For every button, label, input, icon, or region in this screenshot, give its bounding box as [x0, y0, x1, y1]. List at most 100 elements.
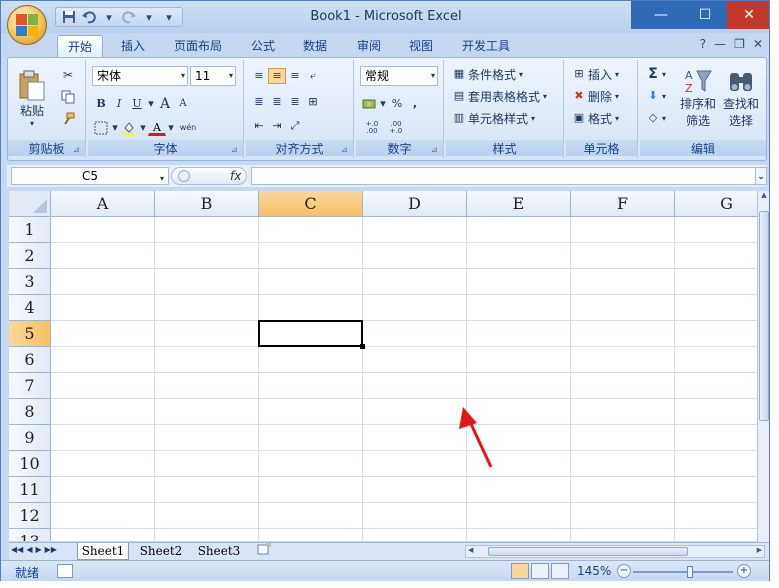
tab-insert[interactable]: 插入: [111, 35, 155, 57]
tab-view[interactable]: 视图: [399, 35, 443, 57]
zoom-slider[interactable]: [633, 571, 733, 573]
row-header-11[interactable]: 11: [9, 477, 51, 503]
fill-color-icon[interactable]: [120, 120, 138, 136]
prev-sheet-icon[interactable]: ◀: [26, 545, 32, 554]
vertical-scrollbar[interactable]: ▲: [757, 191, 769, 543]
zoom-in-icon[interactable]: +: [737, 564, 751, 578]
align-left-icon[interactable]: ≣: [250, 94, 268, 110]
conditional-format-button[interactable]: ▦ 条件格式 ▾: [450, 64, 523, 84]
name-box[interactable]: C5 ▾: [11, 167, 169, 185]
vertical-scroll-thumb[interactable]: [759, 211, 769, 421]
delete-cells-button[interactable]: ✖ 删除 ▾: [570, 86, 619, 106]
scroll-right-icon[interactable]: ▶: [757, 546, 762, 554]
merge-center-icon[interactable]: ⊞: [304, 94, 322, 110]
grow-font-button[interactable]: A: [156, 96, 174, 112]
align-bottom-icon[interactable]: ≡: [286, 68, 304, 84]
workbook-minimize-button[interactable]: —: [714, 37, 726, 51]
row-header-7[interactable]: 7: [9, 373, 51, 399]
shrink-font-button[interactable]: A: [174, 96, 192, 112]
first-sheet-icon[interactable]: ◀◀: [11, 545, 23, 554]
column-header-g[interactable]: G: [675, 191, 759, 217]
italic-button[interactable]: I: [110, 96, 128, 112]
accounting-format-icon[interactable]: [360, 96, 378, 112]
insert-cells-button[interactable]: ⊞ 插入 ▾: [570, 64, 619, 84]
insert-function-button[interactable]: fx: [230, 169, 241, 183]
borders-icon[interactable]: [92, 120, 110, 136]
accounting-dropdown-icon[interactable]: ▾: [378, 96, 388, 112]
maximize-button[interactable]: ☐: [683, 1, 727, 29]
tab-formulas[interactable]: 公式: [241, 35, 285, 57]
increase-decimal-button[interactable]: +.0 .00: [360, 120, 384, 136]
column-header-f[interactable]: F: [571, 191, 675, 217]
scroll-left-icon[interactable]: ◀: [468, 546, 473, 554]
column-header-c[interactable]: C: [259, 191, 363, 217]
font-size-select[interactable]: 11 ▾: [190, 66, 236, 86]
zoom-slider-thumb[interactable]: [687, 566, 693, 578]
font-color-icon[interactable]: A: [148, 120, 166, 136]
row-header-1[interactable]: 1: [9, 217, 51, 243]
last-sheet-icon[interactable]: ▶▶: [45, 545, 57, 554]
row-header-12[interactable]: 12: [9, 503, 51, 529]
cell-styles-button[interactable]: ▥ 单元格样式 ▾: [450, 108, 535, 128]
borders-dropdown-icon[interactable]: ▾: [110, 120, 120, 136]
paste-button[interactable]: 粘贴 ▾: [14, 64, 50, 134]
zoom-level[interactable]: 145%: [577, 564, 611, 578]
column-header-d[interactable]: D: [363, 191, 467, 217]
comma-button[interactable]: ,: [406, 96, 424, 112]
clipboard-launcher-icon[interactable]: ⊿: [73, 145, 83, 155]
underline-dropdown-icon[interactable]: ▾: [146, 96, 156, 112]
normal-view-icon[interactable]: [511, 563, 529, 579]
sheet-tab-sheet1[interactable]: Sheet1: [77, 543, 129, 560]
column-header-a[interactable]: A: [51, 191, 155, 217]
find-select-button[interactable]: 查找和 选择: [720, 64, 762, 132]
page-layout-view-icon[interactable]: [531, 563, 549, 579]
tab-page-layout[interactable]: 页面布局: [165, 35, 231, 57]
macro-record-icon[interactable]: [57, 564, 73, 578]
fill-button[interactable]: ⬇ ▾: [644, 86, 666, 106]
underline-button[interactable]: U: [128, 96, 146, 112]
alignment-launcher-icon[interactable]: ⊿: [341, 145, 351, 155]
row-header-3[interactable]: 3: [9, 269, 51, 295]
increase-indent-icon[interactable]: ⇥: [268, 118, 286, 134]
row-header-2[interactable]: 2: [9, 243, 51, 269]
row-header-4[interactable]: 4: [9, 295, 51, 321]
tab-data[interactable]: 数据: [293, 35, 337, 57]
format-painter-icon[interactable]: [58, 110, 78, 128]
format-as-table-button[interactable]: ▤ 套用表格格式 ▾: [450, 86, 547, 106]
insert-sheet-icon[interactable]: [253, 542, 275, 560]
orientation-icon[interactable]: ⤢: [286, 118, 304, 134]
active-cell[interactable]: [258, 320, 363, 347]
page-break-view-icon[interactable]: [551, 563, 569, 579]
office-button[interactable]: [7, 5, 47, 45]
cut-icon[interactable]: ✂: [58, 66, 78, 84]
fill-color-dropdown-icon[interactable]: ▾: [138, 120, 148, 136]
font-launcher-icon[interactable]: ⊿: [231, 145, 241, 155]
fill-handle[interactable]: [360, 344, 365, 349]
close-button[interactable]: ✕: [727, 1, 769, 29]
wrap-text-icon[interactable]: ⤶: [304, 68, 322, 84]
clear-button[interactable]: ◇ ▾: [644, 108, 666, 128]
name-box-dropdown-icon[interactable]: ▾: [160, 171, 164, 187]
column-header-b[interactable]: B: [155, 191, 259, 217]
number-launcher-icon[interactable]: ⊿: [431, 145, 441, 155]
autosum-button[interactable]: Σ ▾: [644, 64, 666, 84]
sort-filter-button[interactable]: AZ 排序和 筛选: [678, 64, 718, 132]
format-cells-button[interactable]: ▣ 格式 ▾: [570, 108, 619, 128]
sheet-tab-sheet3[interactable]: Sheet3: [193, 543, 245, 560]
percent-button[interactable]: %: [388, 96, 406, 112]
zoom-out-icon[interactable]: −: [617, 564, 631, 578]
row-header-10[interactable]: 10: [9, 451, 51, 477]
font-color-dropdown-icon[interactable]: ▾: [166, 120, 176, 136]
tab-developer[interactable]: 开发工具: [453, 35, 519, 57]
bold-button[interactable]: B: [92, 96, 110, 112]
row-header-9[interactable]: 9: [9, 425, 51, 451]
help-icon[interactable]: ?: [700, 37, 706, 51]
worksheet-grid[interactable]: ABCDEFG 12345678910111213: [9, 191, 759, 541]
workbook-close-button[interactable]: ✕: [753, 37, 763, 51]
row-header-8[interactable]: 8: [9, 399, 51, 425]
formula-input[interactable]: [251, 167, 761, 185]
decrease-indent-icon[interactable]: ⇤: [250, 118, 268, 134]
number-format-select[interactable]: 常规 ▾: [360, 66, 438, 86]
decrease-decimal-button[interactable]: .00 +.0: [384, 120, 408, 136]
horizontal-scrollbar[interactable]: ◀ ▶: [465, 545, 765, 558]
